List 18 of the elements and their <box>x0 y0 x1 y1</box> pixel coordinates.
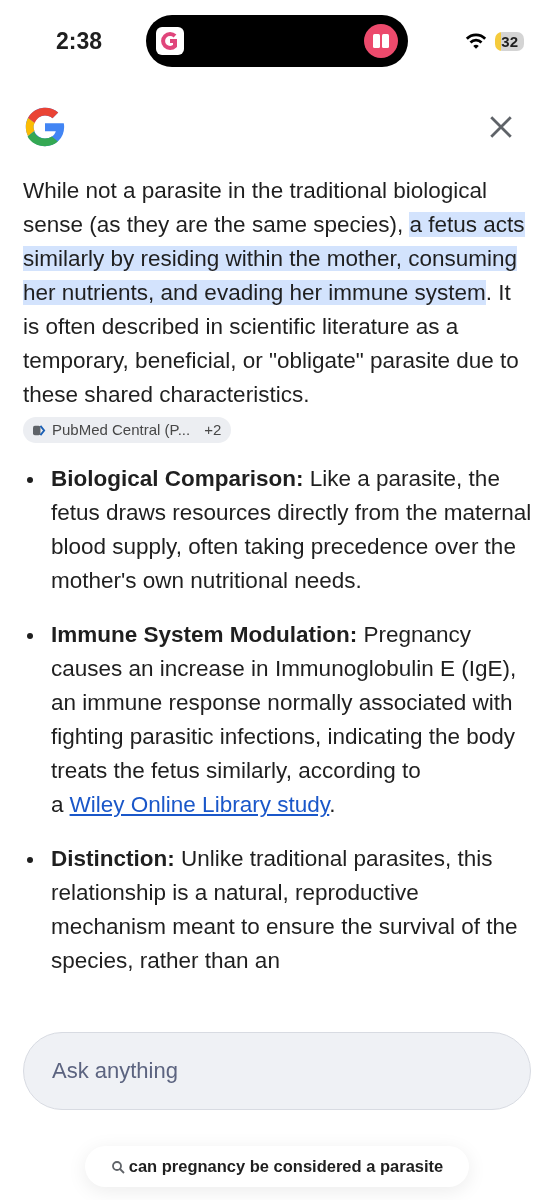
ask-input-field[interactable]: Ask anything <box>23 1032 531 1110</box>
source-chip[interactable]: PubMed Central (P... +2 <box>23 417 232 444</box>
search-icon <box>110 1159 125 1174</box>
study-link[interactable]: Wiley Online Library study <box>69 792 330 817</box>
query-chip[interactable]: can pregnancy be considered a parasite <box>84 1146 470 1187</box>
bullet-dot <box>27 477 33 483</box>
app-icon <box>156 27 184 55</box>
source-icon <box>33 423 46 437</box>
bullet-text: Immune System Modulation: Pregnancy causes an increase in Immunoglobulin E (IgE), an immune response normally associated with fighting parasitic infections, indicating the body treats the fetus similarly, according to a Wiley Online Library study. <box>51 621 518 819</box>
answer-text: While not a parasite in the traditional biological sense (as they are the same species), a fetus acts similarly by residing within the mother, consuming her nutrients, and evading her immune system. It is often described in scientific literature as a temporary, beneficial, or "obligate" parasite due to these shared characteristics. <box>23 177 526 409</box>
battery-indicator: 32 <box>495 31 524 51</box>
bullet-dot <box>27 633 33 639</box>
bullet-dot <box>27 857 33 863</box>
status-time: 2:38 <box>56 27 104 55</box>
book-icon <box>364 24 398 58</box>
wifi-icon <box>465 32 488 50</box>
bullet-text: Distinction: Unlike traditional parasites, this relationship is a natural, reproductive mechanism meant to ensure the survival of the species, rather than an <box>51 845 519 975</box>
bullet-text: Biological Comparison: Like a parasite, the fetus draws resources directly from the maternal blood supply, often taking precedence over the mother's own nutritional needs. <box>51 465 532 595</box>
